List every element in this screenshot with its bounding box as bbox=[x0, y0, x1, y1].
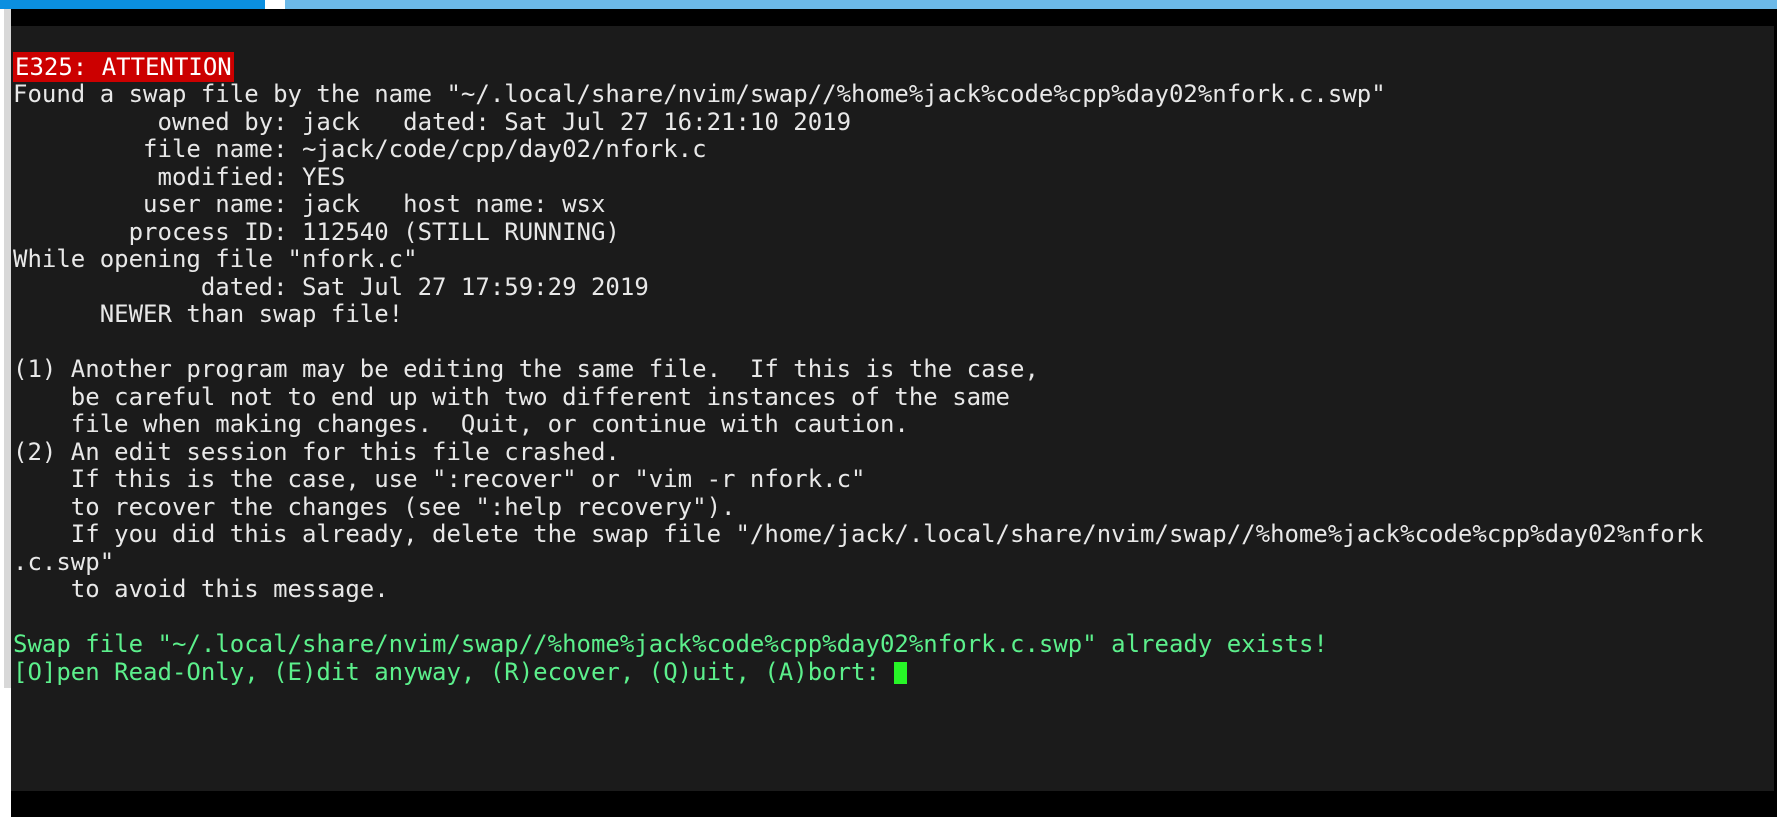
terminal-output: E325: ATTENTION Found a swap file by the … bbox=[11, 26, 1777, 686]
terminal-line-owned-by: owned by: jack dated: Sat Jul 27 16:21:1… bbox=[13, 107, 852, 136]
terminal-line-file-name: file name: ~jack/code/cpp/day02/nfork.c bbox=[13, 135, 707, 163]
terminal-line-swap-exists: Swap file "~/.local/share/nvim/swap//%ho… bbox=[11, 630, 1777, 659]
terminal-line-modified: modified: YES bbox=[13, 162, 346, 191]
text-cursor bbox=[894, 661, 908, 684]
terminal-line-blank-top-1 bbox=[11, 26, 1777, 54]
terminal-line-reason-1-c: file when making changes. Quit, or conti… bbox=[13, 410, 909, 438]
terminal-line-reason-2-b: If this is the case, use ":recover" or "… bbox=[13, 465, 866, 493]
terminal-line-reason-2-c: to recover the changes (see ":help recov… bbox=[13, 492, 736, 521]
terminal-line-reason-2-e: .c.swp" bbox=[13, 547, 115, 576]
window-bottom-band bbox=[11, 791, 1777, 817]
terminal-window: E325: ATTENTION Found a swap file by the … bbox=[0, 0, 1777, 817]
prompt-options-text[interactable]: [O]pen Read-Only, (E)dit anyway, (R)ecov… bbox=[13, 658, 894, 686]
error-attention-badge: E325: ATTENTION bbox=[13, 51, 234, 82]
terminal-line-process-id: process ID: 112540 (STILL RUNNING) bbox=[13, 217, 620, 246]
terminal-line-reason-2-d: If you did this already, delete the swap… bbox=[13, 520, 1704, 548]
terminal-line-while-opening: While opening file "nfork.c" bbox=[13, 245, 418, 273]
terminal-line-reason-2-f: to avoid this message. bbox=[13, 575, 389, 603]
page-progress-bar bbox=[0, 0, 1777, 9]
progress-bar-gap bbox=[265, 0, 285, 9]
terminal-line-user-name: user name: jack host name: wsx bbox=[13, 190, 606, 218]
window-top-band bbox=[0, 9, 1777, 26]
terminal-line-attention-header: E325: ATTENTION bbox=[11, 51, 1777, 82]
progress-bar-filled bbox=[0, 0, 265, 9]
terminal-line-prompt-options: [O]pen Read-Only, (E)dit anyway, (R)ecov… bbox=[11, 658, 1777, 687]
terminal-line-reason-1-a: (1) Another program may be editing the s… bbox=[13, 355, 1039, 383]
terminal-surface[interactable]: E325: ATTENTION Found a swap file by the … bbox=[11, 26, 1777, 791]
terminal-line-newer-than: NEWER than swap file! bbox=[13, 300, 404, 328]
terminal-line-blank-1 bbox=[11, 329, 1777, 357]
terminal-line-blank-2 bbox=[11, 604, 1777, 632]
terminal-line-found-swap: Found a swap file by the name "~/.local/… bbox=[13, 80, 1386, 108]
progress-bar-track bbox=[285, 0, 1777, 9]
swap-exists-message: Swap file "~/.local/share/nvim/swap//%ho… bbox=[13, 630, 1328, 658]
terminal-line-dated-file: dated: Sat Jul 27 17:59:29 2019 bbox=[13, 272, 649, 301]
window-left-notch bbox=[0, 9, 4, 817]
terminal-line-reason-2-a: (2) An edit session for this file crashe… bbox=[13, 437, 620, 466]
terminal-line-reason-1-b: be careful not to end up with two differ… bbox=[13, 382, 1010, 411]
